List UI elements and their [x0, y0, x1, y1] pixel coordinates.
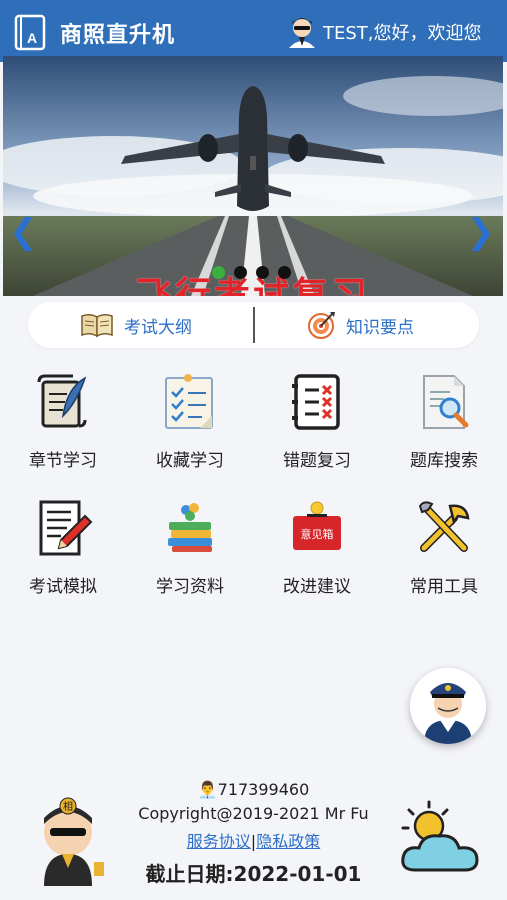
grid-label: 章节学习 — [29, 451, 97, 471]
carousel-dot[interactable] — [212, 266, 225, 279]
carousel-dot[interactable] — [234, 266, 247, 279]
grid-item-question-search[interactable]: 题库搜索 — [381, 372, 507, 471]
grid-item-chapter-study[interactable]: 章节学习 — [0, 372, 126, 471]
grid-item-favorites-study[interactable]: 收藏学习 — [127, 372, 253, 471]
carousel-dot[interactable] — [256, 266, 269, 279]
grid-item-suggestions[interactable]: 意见箱 改进建议 — [254, 498, 380, 597]
wrong-list-icon — [292, 374, 340, 430]
contact-person-icon: 👨‍💼 — [197, 780, 218, 799]
qq-number: 717399460 — [217, 780, 310, 799]
grid-label: 收藏学习 — [156, 451, 224, 471]
grid-item-tools[interactable]: 常用工具 — [381, 498, 507, 597]
scroll-quill-icon — [37, 374, 87, 428]
banner-next-button[interactable]: ❯ — [467, 212, 496, 252]
svg-text:意见箱: 意见箱 — [301, 527, 334, 541]
user-avatar-icon[interactable] — [286, 14, 318, 48]
weather-icon — [401, 800, 479, 872]
svg-text:A: A — [27, 30, 37, 46]
carousel-dot[interactable] — [278, 266, 291, 279]
exam-outline-link[interactable]: 考试大纲 — [80, 302, 192, 348]
footer: 相 👨‍💼717399460 Copyright@2019-2021 Mr Fu… — [0, 780, 507, 900]
app-title: 商照直升机 — [60, 23, 176, 48]
exam-outline-label: 考试大纲 — [124, 317, 192, 338]
grid-label: 学习资料 — [156, 577, 224, 597]
grid-label: 考试模拟 — [29, 577, 97, 597]
banner-prev-button[interactable]: ❮ — [9, 212, 38, 252]
books-icon — [168, 503, 212, 552]
airplane-banner-image — [3, 56, 503, 296]
document-search-icon — [423, 375, 469, 429]
banner-carousel[interactable]: 飞行考试复习 ❮ ❯ — [3, 56, 503, 296]
checklist-icon — [165, 374, 213, 429]
book-logo-icon: A — [14, 14, 46, 51]
suggestion-box-icon: 意见箱 — [293, 501, 341, 550]
target-icon — [308, 312, 335, 339]
grid-item-mock-exam[interactable]: 考试模拟 — [0, 498, 126, 597]
privacy-policy-link[interactable]: 隐私政策 — [256, 832, 320, 851]
quick-links-bar: 考试大纲 知识要点 — [28, 302, 479, 348]
open-book-icon — [81, 313, 113, 338]
pilot-assistant-button[interactable] — [410, 668, 486, 744]
grid-item-wrong-review[interactable]: 错题复习 — [254, 372, 380, 471]
service-agreement-link[interactable]: 服务协议 — [187, 832, 251, 851]
grid-label: 错题复习 — [283, 451, 351, 471]
welcome-text: TEST,您好，欢迎您 — [323, 23, 482, 44]
grid-item-study-materials[interactable]: 学习资料 — [127, 498, 253, 597]
carousel-indicators — [212, 266, 291, 279]
grid-label: 改进建议 — [283, 577, 351, 597]
grid-label: 题库搜索 — [410, 451, 478, 471]
link-divider — [253, 307, 255, 343]
key-points-link[interactable]: 知识要点 — [306, 302, 414, 348]
key-points-label: 知识要点 — [346, 317, 414, 338]
grid-label: 常用工具 — [410, 577, 478, 597]
app-header: A 商照直升机 TEST,您好，欢迎您 — [0, 0, 507, 62]
tools-icon — [418, 501, 470, 552]
exam-pencil-icon — [39, 500, 93, 556]
pilot-avatar-icon — [410, 668, 486, 744]
contact-qq: 👨‍💼717399460 — [0, 780, 507, 799]
